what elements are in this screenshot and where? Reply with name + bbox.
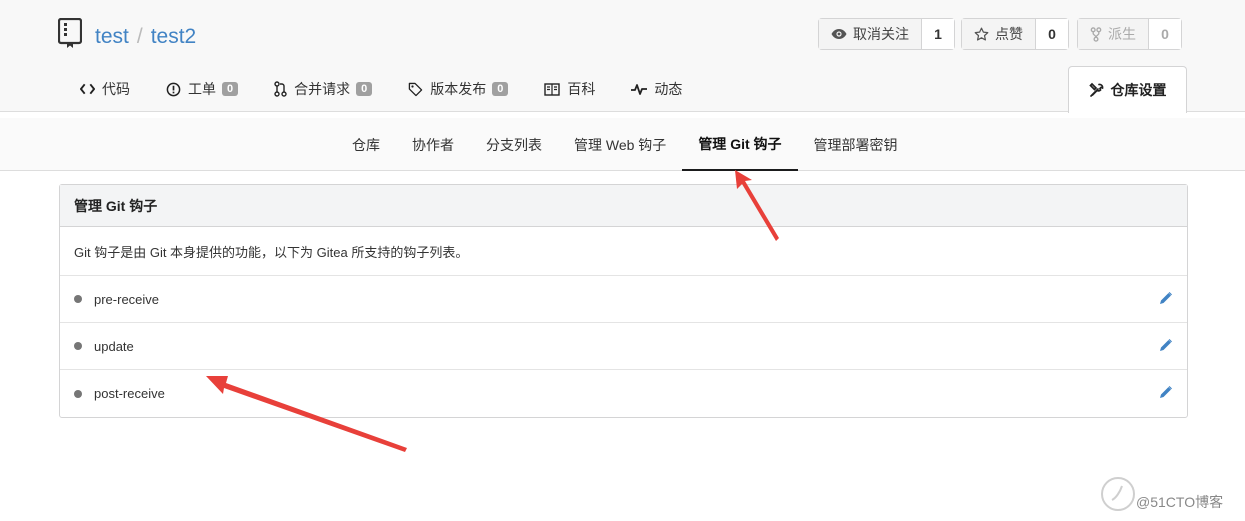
tools-icon	[1088, 82, 1103, 97]
hook-item: pre-receive	[60, 276, 1187, 323]
tab-issues[interactable]: 工单 0	[148, 70, 256, 108]
tab-code-label: 代码	[102, 81, 130, 97]
unwatch-button-group: 取消关注 1	[818, 18, 955, 50]
panel-title: 管理 Git 钩子	[60, 185, 1187, 227]
tab-repo-settings[interactable]: 仓库设置	[1068, 66, 1187, 113]
unwatch-button[interactable]: 取消关注	[819, 19, 922, 49]
panel-description: Git 钩子是由 Git 本身提供的功能，以下为 Gitea 所支持的钩子列表。	[60, 227, 1187, 276]
tab-wiki-label: 百科	[567, 81, 596, 97]
fork-button[interactable]: 派生	[1078, 19, 1149, 49]
pull-request-icon	[274, 81, 287, 97]
hook-item: post-receive	[60, 370, 1187, 417]
subnav-collaborators[interactable]: 协作者	[396, 118, 470, 171]
fork-icon	[1090, 26, 1102, 42]
settings-subnav: 仓库 协作者 分支列表 管理 Web 钩子 管理 Git 钩子 管理部署密钥	[0, 118, 1245, 171]
watch-count[interactable]: 1	[922, 19, 954, 49]
tab-wiki[interactable]: 百科	[526, 70, 613, 108]
subnav-webhooks[interactable]: 管理 Web 钩子	[558, 118, 682, 171]
fork-count[interactable]: 0	[1149, 19, 1181, 49]
unwatch-label: 取消关注	[853, 26, 909, 42]
pencil-icon[interactable]	[1159, 291, 1173, 305]
releases-count-badge: 0	[492, 82, 509, 96]
hook-name: post-receive	[94, 386, 165, 401]
eye-icon	[831, 29, 847, 39]
star-button-group: 点赞 0	[961, 18, 1069, 50]
tab-pull-requests-label: 合并请求	[294, 81, 351, 97]
fork-button-group: 派生 0	[1077, 18, 1182, 50]
repo-name-link[interactable]: test2	[151, 25, 197, 49]
hook-name: update	[94, 338, 134, 354]
subnav-git-hooks[interactable]: 管理 Git 钩子	[682, 118, 798, 171]
subnav-branches[interactable]: 分支列表	[470, 118, 558, 171]
tag-icon	[409, 82, 423, 96]
hook-status-dot	[74, 342, 82, 350]
star-count[interactable]: 0	[1036, 19, 1068, 49]
tab-code[interactable]: 代码	[62, 70, 148, 108]
hook-status-dot	[74, 295, 82, 303]
repo-tabs: 代码 工单 0 合并请求 0 版本发布 0 百科 动态	[62, 70, 700, 112]
issue-icon	[166, 82, 181, 96]
pulls-count-badge: 0	[356, 82, 373, 96]
tab-issues-label: 工单	[188, 81, 216, 97]
star-button[interactable]: 点赞	[962, 19, 1036, 49]
tab-repo-settings-label: 仓库设置	[1110, 82, 1167, 98]
tab-pull-requests[interactable]: 合并请求 0	[256, 70, 390, 108]
code-icon	[80, 83, 95, 95]
tab-releases[interactable]: 版本发布 0	[390, 70, 526, 108]
book-icon	[544, 82, 561, 96]
tab-activity[interactable]: 动态	[613, 70, 700, 108]
repo-owner-link[interactable]: test	[95, 25, 129, 49]
repo-book-icon	[58, 18, 82, 48]
watermark-text: @51CTO博客	[1136, 494, 1224, 510]
repo-title: test / test2	[95, 25, 196, 49]
hook-item: update	[60, 323, 1187, 370]
fork-label: 派生	[1108, 26, 1136, 42]
repo-title-separator: /	[136, 25, 143, 48]
pencil-icon[interactable]	[1159, 385, 1173, 399]
pencil-icon[interactable]	[1159, 338, 1173, 352]
tab-releases-label: 版本发布	[430, 81, 487, 97]
subnav-deploy-keys[interactable]: 管理部署密钥	[798, 118, 914, 171]
star-icon	[974, 27, 989, 41]
repo-header: test / test2 取消关注 1 点赞 0 派生 0 代码 工单 0 合并…	[0, 0, 1245, 113]
issues-count-badge: 0	[222, 82, 239, 96]
pulse-icon	[631, 84, 648, 95]
subnav-repository[interactable]: 仓库	[336, 118, 396, 171]
tab-activity-label: 动态	[654, 81, 683, 97]
star-label: 点赞	[995, 26, 1023, 42]
hook-status-dot	[74, 389, 82, 398]
hook-name: pre-receive	[94, 291, 160, 307]
git-hooks-panel: 管理 Git 钩子 Git 钩子是由 Git 本身提供的功能，以下为 Gitea…	[59, 184, 1188, 418]
